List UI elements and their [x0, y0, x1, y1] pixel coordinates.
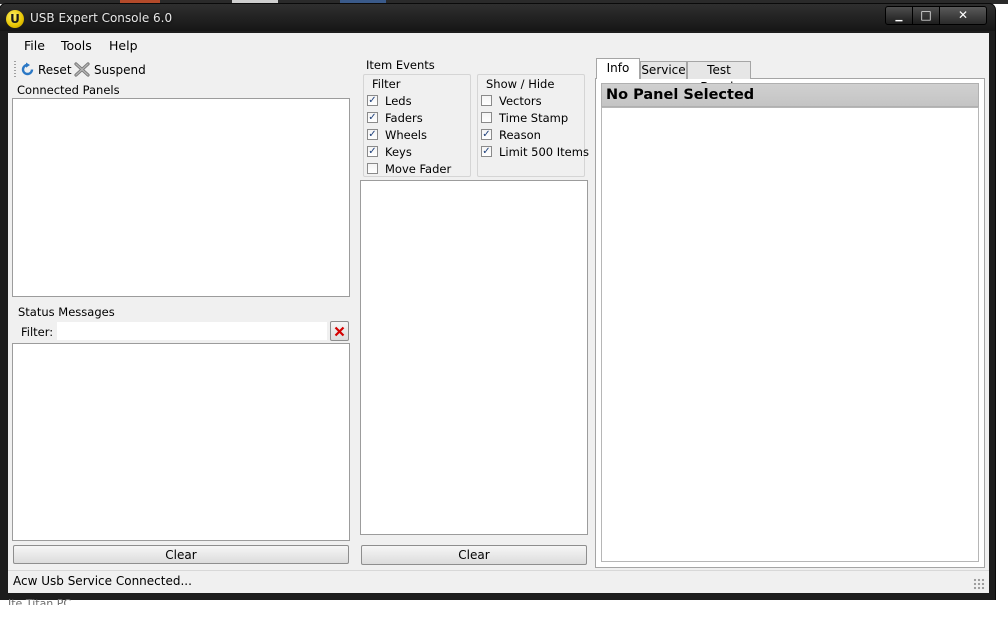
- connected-panels-list[interactable]: [12, 98, 350, 297]
- tab-service[interactable]: Service: [640, 61, 687, 79]
- minimize-button[interactable]: ▁: [885, 6, 913, 25]
- checkmark-icon: ✓: [368, 129, 377, 140]
- time-stamp-label[interactable]: Time Stamp: [499, 111, 568, 125]
- tab-info[interactable]: Info: [596, 58, 640, 79]
- info-content[interactable]: [601, 107, 979, 562]
- minimize-icon: ▁: [895, 12, 903, 22]
- info-header-title: No Panel Selected: [606, 87, 755, 103]
- move-fader-checkbox[interactable]: [367, 163, 378, 174]
- desktop-label: Ite Titan PC: [8, 597, 72, 605]
- maximize-button[interactable]: □: [912, 6, 940, 25]
- checkmark-icon: ✓: [368, 95, 377, 106]
- resize-grip-icon[interactable]: [973, 578, 985, 590]
- status-filter-input[interactable]: [56, 321, 328, 341]
- menu-tools[interactable]: Tools: [61, 38, 92, 53]
- show-hide-group-label: Show / Hide: [486, 77, 555, 91]
- status-bar-text: Acw Usb Service Connected...: [13, 574, 192, 588]
- leds-checkbox[interactable]: ✓: [367, 95, 378, 106]
- status-messages-list[interactable]: [12, 343, 350, 541]
- leds-label[interactable]: Leds: [385, 94, 412, 108]
- faders-checkbox[interactable]: ✓: [367, 112, 378, 123]
- item-events-clear-button[interactable]: Clear: [361, 545, 587, 565]
- item-events-list[interactable]: [360, 180, 588, 535]
- checkmark-icon: ✓: [368, 146, 377, 157]
- refresh-icon[interactable]: [20, 62, 35, 77]
- limit-500-items-label[interactable]: Limit 500 Items: [499, 145, 589, 159]
- wheels-label[interactable]: Wheels: [385, 128, 427, 142]
- maximize-icon: □: [920, 8, 932, 22]
- clear-filter-button[interactable]: [330, 321, 349, 341]
- suspend-button[interactable]: Suspend: [94, 63, 146, 77]
- item-events-label: Item Events: [366, 58, 435, 72]
- filter-label: Filter:: [21, 325, 54, 339]
- checkmark-icon: ✓: [482, 146, 491, 157]
- suspend-x-icon[interactable]: [74, 62, 90, 77]
- reason-checkbox[interactable]: ✓: [481, 129, 492, 140]
- keys-checkbox[interactable]: ✓: [367, 146, 378, 157]
- reason-label[interactable]: Reason: [499, 128, 541, 142]
- status-clear-button[interactable]: Clear: [13, 545, 349, 564]
- menu-bar: [8, 35, 989, 55]
- close-button[interactable]: ✕: [939, 6, 987, 25]
- menu-file[interactable]: File: [24, 38, 45, 53]
- move-fader-label[interactable]: Move Fader: [385, 162, 451, 176]
- tab-test-bench[interactable]: Test Bench: [687, 61, 751, 94]
- window-title: USB Expert Console 6.0: [30, 11, 173, 25]
- toolbar-grip[interactable]: [14, 61, 16, 78]
- time-stamp-checkbox[interactable]: [481, 112, 492, 123]
- menu-help[interactable]: Help: [109, 38, 138, 53]
- keys-label[interactable]: Keys: [385, 145, 412, 159]
- wheels-checkbox[interactable]: ✓: [367, 129, 378, 140]
- red-x-icon: [334, 326, 345, 337]
- reset-button[interactable]: Reset: [38, 63, 72, 77]
- checkmark-icon: ✓: [482, 129, 491, 140]
- checkmark-icon: ✓: [368, 112, 377, 123]
- faders-label[interactable]: Faders: [385, 111, 423, 125]
- close-icon: ✕: [957, 8, 969, 22]
- limit-500-items-checkbox[interactable]: ✓: [481, 146, 492, 157]
- status-messages-label: Status Messages: [18, 305, 115, 319]
- filter-group-label: Filter: [372, 77, 401, 91]
- desktop-background: [0, 600, 1008, 630]
- vectors-checkbox[interactable]: [481, 95, 492, 106]
- connected-panels-label: Connected Panels: [17, 83, 120, 97]
- vectors-label[interactable]: Vectors: [499, 94, 542, 108]
- app-logo-icon: U: [6, 10, 24, 28]
